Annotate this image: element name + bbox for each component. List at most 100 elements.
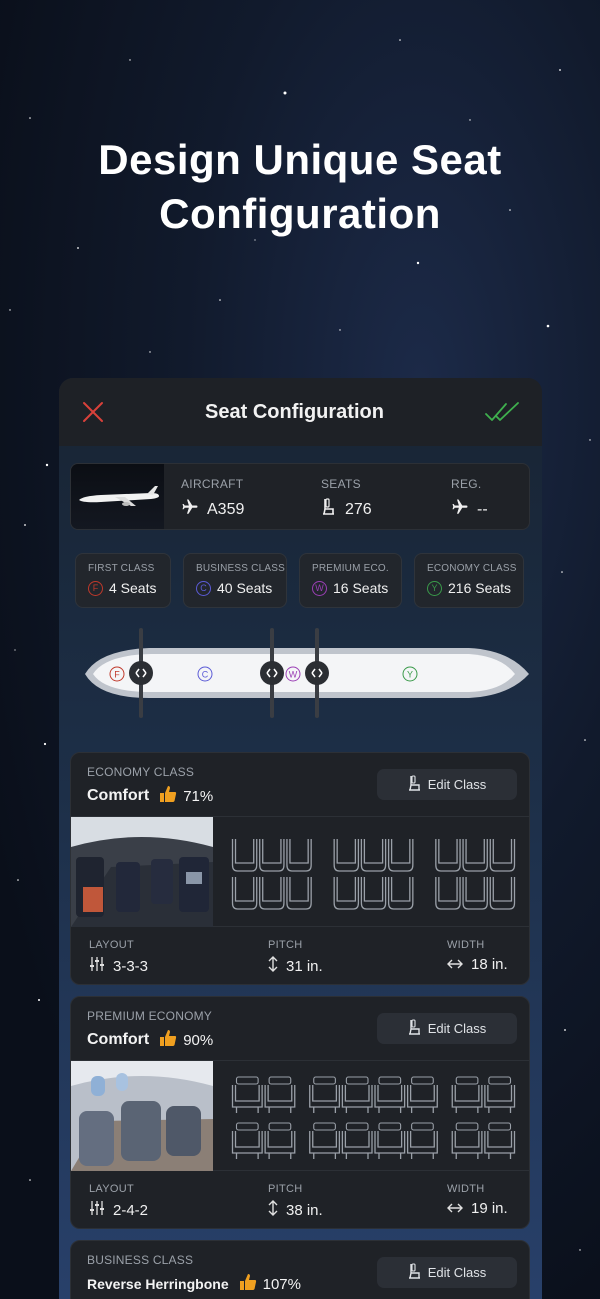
seats-label: SEATS (321, 477, 361, 491)
page-title: Seat Configuration (205, 400, 384, 423)
sliders-icon (89, 1200, 105, 1220)
class-chip-premium[interactable]: PREMIUM ECO. W 16 Seats (299, 553, 402, 608)
economy-class-card: ECONOMY CLASS Comfort 71% Edit Class LAY… (70, 752, 530, 985)
seat (231, 877, 258, 910)
layout-info: LAYOUT 2-4-2 (89, 1183, 148, 1220)
comfort-percent: 107% (262, 1275, 301, 1293)
plane-icon (451, 498, 469, 521)
seat (259, 839, 285, 872)
seat (462, 839, 488, 872)
card-product-name: Comfort (87, 1031, 150, 1048)
seat-configuration-panel: Seat Configuration AIRCRAFT A359 SEATS 2… (59, 378, 542, 1299)
divider-business-premium[interactable] (260, 628, 284, 718)
card-product-name: Reverse Herringbone (87, 1276, 229, 1292)
divider-premium-economy[interactable] (305, 628, 329, 718)
chip-label: ECONOMY CLASS (427, 563, 517, 574)
top-bar: Seat Configuration (59, 378, 542, 446)
aircraft-value: A359 (207, 500, 245, 518)
aircraft-type: AIRCRAFT A359 (181, 477, 244, 521)
reg-value: -- (477, 500, 488, 518)
pitch-info: PITCH 38 in. (268, 1183, 323, 1220)
seat (333, 839, 360, 872)
seat (264, 1122, 296, 1159)
fuselage-badge-label: C (202, 670, 209, 680)
seat (451, 1122, 483, 1159)
fuselage-badge-label: F (114, 670, 120, 680)
thumbs-up-icon (239, 1273, 257, 1295)
horizontal-arrows-icon (447, 956, 463, 973)
economy-cabin-image (71, 817, 213, 927)
card-class-label: ECONOMY CLASS (87, 765, 195, 779)
class-chip-first[interactable]: FIRST CLASS F 4 Seats (75, 553, 171, 608)
headline-line-2: Configuration (159, 190, 441, 237)
seat-icon (408, 1019, 422, 1038)
pitch-value: 38 in. (286, 1201, 323, 1219)
seat (462, 877, 488, 910)
seat (374, 1076, 406, 1113)
width-info: WIDTH 18 in. (447, 939, 508, 973)
close-icon[interactable] (81, 400, 105, 424)
chip-value: 4 Seats (109, 580, 157, 596)
seat (333, 877, 360, 910)
seat (484, 1122, 516, 1159)
class-badge: F (88, 580, 103, 596)
seat (451, 1076, 483, 1113)
card-class-label: BUSINESS CLASS (87, 1253, 194, 1267)
aircraft-seats: SEATS 276 (321, 477, 372, 521)
thumbs-up-icon (159, 785, 177, 807)
seat (264, 1076, 296, 1113)
layout-value: 3-3-3 (113, 957, 149, 975)
vertical-arrows-icon (268, 956, 278, 976)
aircraft-label: AIRCRAFT (181, 477, 244, 491)
seat (360, 877, 387, 910)
seat (231, 1122, 263, 1159)
pitch-label: PITCH (268, 1183, 303, 1195)
seat (231, 839, 258, 872)
pitch-label: PITCH (268, 939, 303, 951)
class-badge: W (312, 580, 327, 596)
seat (489, 839, 516, 872)
layout-label: LAYOUT (89, 939, 134, 951)
card-class-label: PREMIUM ECONOMY (87, 1009, 213, 1023)
seat (309, 1076, 341, 1113)
fuselage-badge-label: W (289, 670, 298, 680)
seat (387, 839, 414, 872)
width-value: 18 in. (471, 956, 508, 973)
pitch-value: 31 in. (286, 957, 323, 975)
vertical-arrows-icon (268, 1200, 278, 1220)
seat (341, 1122, 373, 1159)
double-check-icon[interactable] (484, 400, 520, 424)
aircraft-summary[interactable]: AIRCRAFT A359 SEATS 276 REG. -- (70, 463, 530, 530)
chip-value: 40 Seats (217, 580, 273, 596)
business-class-card: BUSINESS CLASS Reverse Herringbone 107% … (70, 1240, 530, 1299)
aircraft-registration: REG. -- (451, 477, 488, 521)
edit-class-label: Edit Class (427, 1021, 487, 1036)
width-label: WIDTH (447, 1183, 485, 1195)
layout-info: LAYOUT 3-3-3 (89, 939, 148, 976)
premium-economy-card: PREMIUM ECONOMY Comfort 90% Edit Class L… (70, 996, 530, 1229)
width-info: WIDTH 19 in. (447, 1183, 508, 1217)
chip-label: PREMIUM ECO. (312, 563, 389, 574)
seat (406, 1122, 438, 1159)
seat (309, 1122, 341, 1159)
layout-label: LAYOUT (89, 1183, 134, 1195)
seat (341, 1076, 373, 1113)
edit-class-button[interactable]: Edit Class (377, 769, 517, 800)
chip-value: 216 Seats (448, 580, 512, 596)
seat (286, 839, 312, 872)
seat (360, 839, 387, 872)
edit-class-button[interactable]: Edit Class (377, 1257, 517, 1288)
edit-class-label: Edit Class (427, 1265, 487, 1280)
comfort-percent: 71% (183, 787, 214, 805)
seat (286, 877, 312, 910)
edit-class-button[interactable]: Edit Class (377, 1013, 517, 1044)
class-badge: Y (427, 580, 442, 596)
seats-value: 276 (345, 500, 372, 518)
chip-label: BUSINESS CLASS (196, 563, 285, 574)
width-label: WIDTH (447, 939, 485, 951)
class-chip-economy[interactable]: ECONOMY CLASS Y 216 Seats (414, 553, 524, 608)
divider-first-business[interactable] (129, 628, 153, 718)
seat (259, 877, 285, 910)
seat (489, 877, 516, 910)
class-chip-business[interactable]: BUSINESS CLASS C 40 Seats (183, 553, 287, 608)
